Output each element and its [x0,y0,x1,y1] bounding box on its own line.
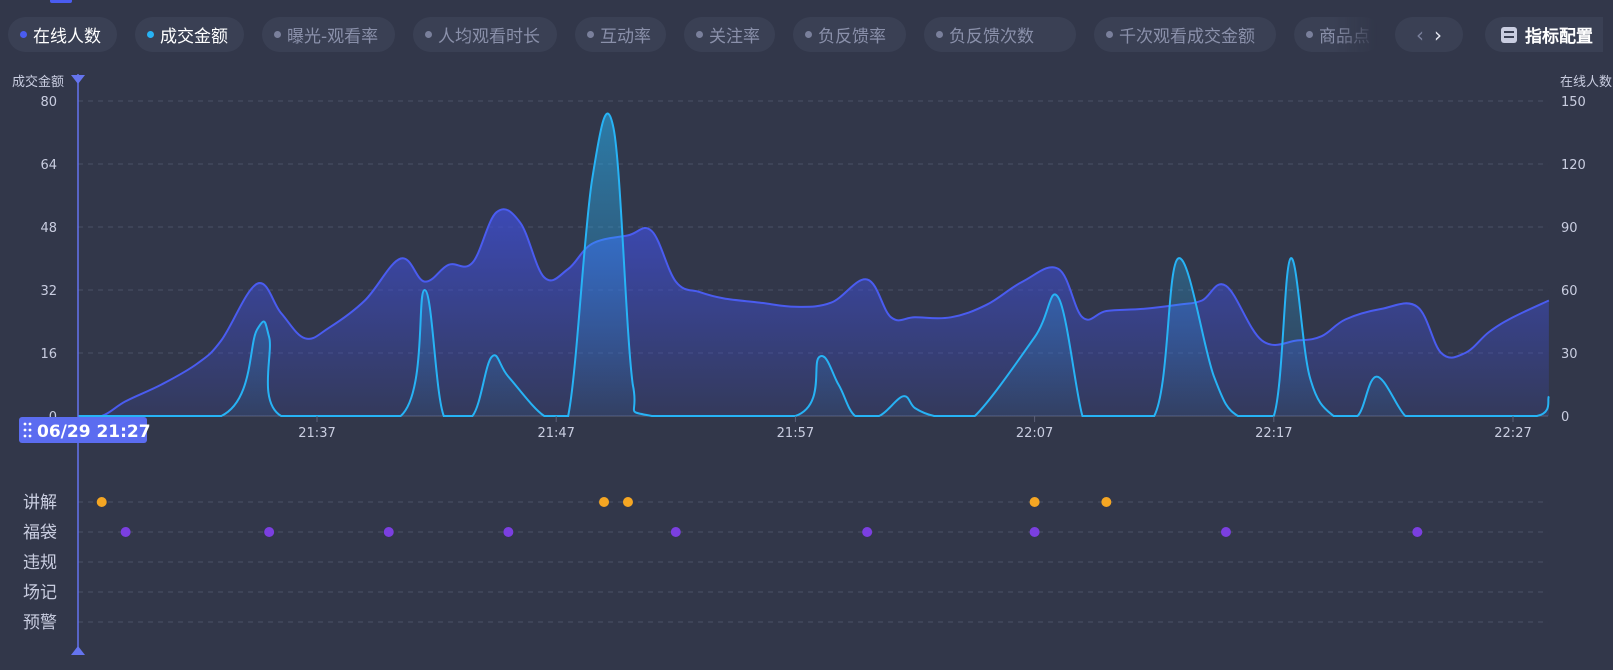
event-marker[interactable] [1029,527,1040,537]
online-users-area [77,209,1549,416]
event-row-label: 福袋 [23,523,57,543]
left-axis-tick-label: 64 [40,158,57,173]
x-axis-tick-label: 22:17 [1255,426,1292,441]
event-row-label: 场记 [23,583,57,603]
event-row-label: 讲解 [23,493,57,513]
x-axis-tick-label: 22:27 [1494,426,1531,441]
cursor-time-badge[interactable]: 06/29 21:27 [19,417,151,443]
event-marker[interactable] [670,527,681,537]
event-marker[interactable] [599,497,610,507]
right-axis-tick-label: 60 [1561,284,1578,299]
x-axis-tick-label: 21:47 [537,426,574,441]
event-marker[interactable] [96,497,107,507]
event-timeline: 讲解福袋违规场记预警 [23,493,1548,633]
chart-series [77,112,1550,418]
event-marker[interactable] [503,527,514,537]
event-row-label: 预警 [23,613,57,633]
event-row-label: 违规 [23,553,57,573]
left-axis-title: 成交金额 [12,74,64,90]
x-axis-tick-label: 21:57 [777,426,814,441]
cursor-time-label: 06/29 21:27 [37,422,151,442]
x-axis-tick-label: 21:37 [298,426,335,441]
event-marker[interactable] [1412,527,1423,537]
left-axis-tick-label: 32 [40,284,57,299]
right-axis-tick-label: 30 [1561,347,1578,362]
event-marker[interactable] [862,527,873,537]
right-axis-title: 在线人数 [1560,75,1612,90]
right-axis-tick-label: 150 [1561,95,1586,110]
left-axis-tick-label: 16 [40,347,57,362]
cursor-top-marker [71,75,85,84]
event-marker[interactable] [622,497,633,507]
event-marker[interactable] [120,527,131,537]
right-axis-tick-label: 120 [1561,158,1586,173]
event-marker[interactable] [1220,527,1231,537]
event-marker[interactable] [383,527,394,537]
left-axis-tick-label: 80 [40,95,57,110]
event-marker[interactable] [1029,497,1040,507]
event-marker[interactable] [1101,497,1112,507]
event-marker[interactable] [264,527,275,537]
x-axis-tick-label: 22:07 [1016,426,1053,441]
live-metrics-chart: 016324864800306090120150成交金额在线人数21:3721:… [12,74,1612,655]
right-axis-tick-label: 90 [1561,221,1578,236]
right-axis-tick-label: 0 [1561,410,1569,425]
left-axis-tick-label: 48 [40,221,57,236]
cursor-bottom-marker [71,646,85,655]
